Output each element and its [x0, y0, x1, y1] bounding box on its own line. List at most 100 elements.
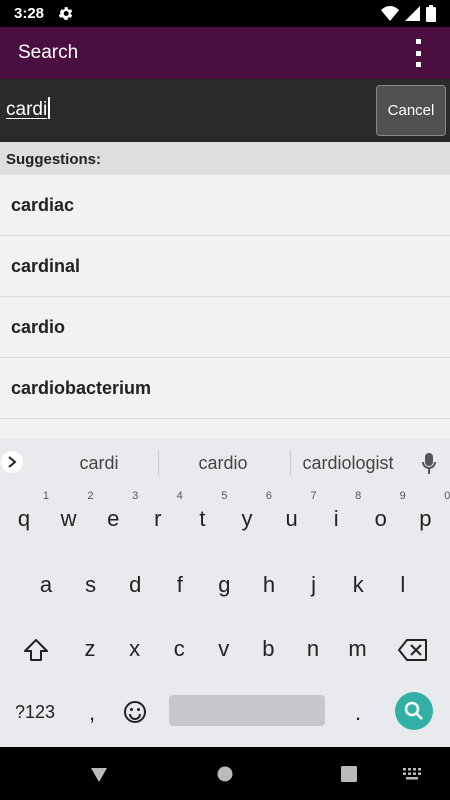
- space-key[interactable]: [169, 695, 325, 726]
- key-e[interactable]: e3: [98, 490, 138, 532]
- key-label: x: [129, 636, 141, 661]
- key-g[interactable]: g: [209, 572, 239, 598]
- suggestion-divider: [290, 450, 291, 476]
- key-j[interactable]: j: [299, 572, 329, 598]
- key-hint: 7: [310, 490, 317, 502]
- key-label: m: [348, 636, 367, 661]
- search-icon: [404, 701, 423, 720]
- key-label: p: [419, 506, 432, 531]
- key-p[interactable]: p0: [410, 490, 450, 532]
- key-hint: 6: [265, 490, 272, 502]
- key-label: c: [173, 636, 185, 661]
- key-label: w: [60, 506, 77, 531]
- emoji-icon[interactable]: [123, 700, 147, 724]
- keyboard-suggestion-strip: cardi cardio cardiologist: [0, 438, 450, 488]
- keyboard-switch-icon[interactable]: [403, 768, 421, 780]
- key-label: j: [311, 572, 317, 597]
- home-circle-icon[interactable]: [217, 766, 233, 782]
- key-d[interactable]: d: [120, 572, 150, 598]
- expand-chevron-icon[interactable]: [1, 451, 23, 473]
- keyboard-word-suggestion[interactable]: cardiologist: [296, 453, 400, 474]
- key-y[interactable]: y6: [232, 490, 273, 532]
- key-h[interactable]: h: [254, 572, 284, 598]
- key-label: y: [241, 506, 253, 531]
- search-key[interactable]: [395, 692, 433, 730]
- suggestions-header: Suggestions:: [0, 142, 450, 175]
- key-q[interactable]: q1: [9, 490, 49, 532]
- app-bar: Search: [0, 27, 450, 79]
- key-hint: 8: [355, 490, 362, 502]
- backspace-icon[interactable]: [398, 639, 428, 661]
- key-label: b: [262, 636, 275, 661]
- search-query: cardi: [6, 99, 48, 120]
- suggestion-divider: [158, 450, 159, 476]
- battery-icon: [426, 5, 436, 22]
- text-cursor: [48, 97, 51, 119]
- key-f[interactable]: f: [165, 572, 195, 598]
- key-label: g: [218, 572, 231, 597]
- key-label: d: [129, 572, 142, 597]
- keyboard-word-suggestion[interactable]: cardio: [183, 453, 263, 474]
- suggestion-item[interactable]: cardiac: [0, 175, 450, 236]
- key-hint: 5: [221, 490, 228, 502]
- suggestion-item[interactable]: cardio: [0, 297, 450, 358]
- suggestions-list: cardiac cardinal cardio cardiobacterium: [0, 175, 450, 438]
- shift-icon[interactable]: [23, 638, 49, 662]
- key-hint: 1: [42, 490, 49, 502]
- key-label: l: [400, 572, 406, 597]
- key-w[interactable]: w2: [54, 490, 94, 532]
- key-t[interactable]: t5: [187, 490, 227, 532]
- key-c[interactable]: c: [164, 636, 194, 662]
- settings-gear-icon: [58, 7, 73, 20]
- suggestion-item[interactable]: cardinal: [0, 236, 450, 297]
- navigation-bar: [0, 747, 450, 800]
- key-m[interactable]: m: [343, 636, 373, 662]
- key-hint: 0: [444, 490, 450, 502]
- key-hint: 2: [87, 490, 94, 502]
- keyboard-word-suggestion[interactable]: cardi: [63, 453, 135, 474]
- key-u[interactable]: u7: [277, 490, 316, 532]
- key-hint: 4: [176, 490, 183, 502]
- key-l[interactable]: l: [388, 572, 418, 598]
- key-label: f: [176, 572, 183, 597]
- status-time: 3:28: [14, 5, 45, 22]
- key-hint: 9: [399, 490, 406, 502]
- signal-icon: [405, 6, 420, 21]
- app-title: Search: [18, 42, 79, 63]
- key-v[interactable]: v: [209, 636, 239, 662]
- key-n[interactable]: n: [298, 636, 328, 662]
- key-label: v: [218, 636, 230, 661]
- key-a[interactable]: a: [31, 572, 61, 598]
- back-triangle-icon[interactable]: [90, 767, 108, 783]
- key-label: u: [285, 506, 298, 531]
- cancel-button[interactable]: Cancel: [376, 85, 446, 136]
- key-label: o: [374, 506, 387, 531]
- key-label: s: [85, 572, 97, 597]
- key-label: i: [333, 506, 339, 531]
- search-input[interactable]: cardi: [6, 97, 51, 121]
- key-z[interactable]: z: [75, 636, 105, 662]
- key-label: k: [352, 572, 364, 597]
- key-label: h: [262, 572, 276, 597]
- key-label: r: [154, 506, 162, 531]
- key-s[interactable]: s: [76, 572, 106, 598]
- overflow-menu-icon[interactable]: [412, 39, 424, 67]
- suggestion-item[interactable]: cardiobacterium: [0, 358, 450, 419]
- key-label: q: [17, 506, 31, 531]
- key-i[interactable]: i8: [321, 490, 361, 532]
- key-k[interactable]: k: [343, 572, 373, 598]
- key-o[interactable]: o9: [366, 490, 406, 532]
- key-b[interactable]: b: [253, 636, 283, 662]
- key-x[interactable]: x: [120, 636, 150, 662]
- search-bar: cardi Cancel: [0, 79, 450, 142]
- recents-square-icon[interactable]: [341, 766, 357, 782]
- period-key[interactable]: .: [343, 700, 373, 726]
- comma-key[interactable]: ,: [77, 700, 107, 726]
- symbols-key[interactable]: ?123: [10, 702, 60, 723]
- microphone-icon[interactable]: [422, 453, 436, 475]
- key-label: a: [39, 572, 53, 597]
- key-label: e: [107, 506, 120, 531]
- wifi-icon: [381, 6, 399, 21]
- key-r[interactable]: r4: [143, 490, 183, 532]
- key-label: t: [199, 506, 206, 531]
